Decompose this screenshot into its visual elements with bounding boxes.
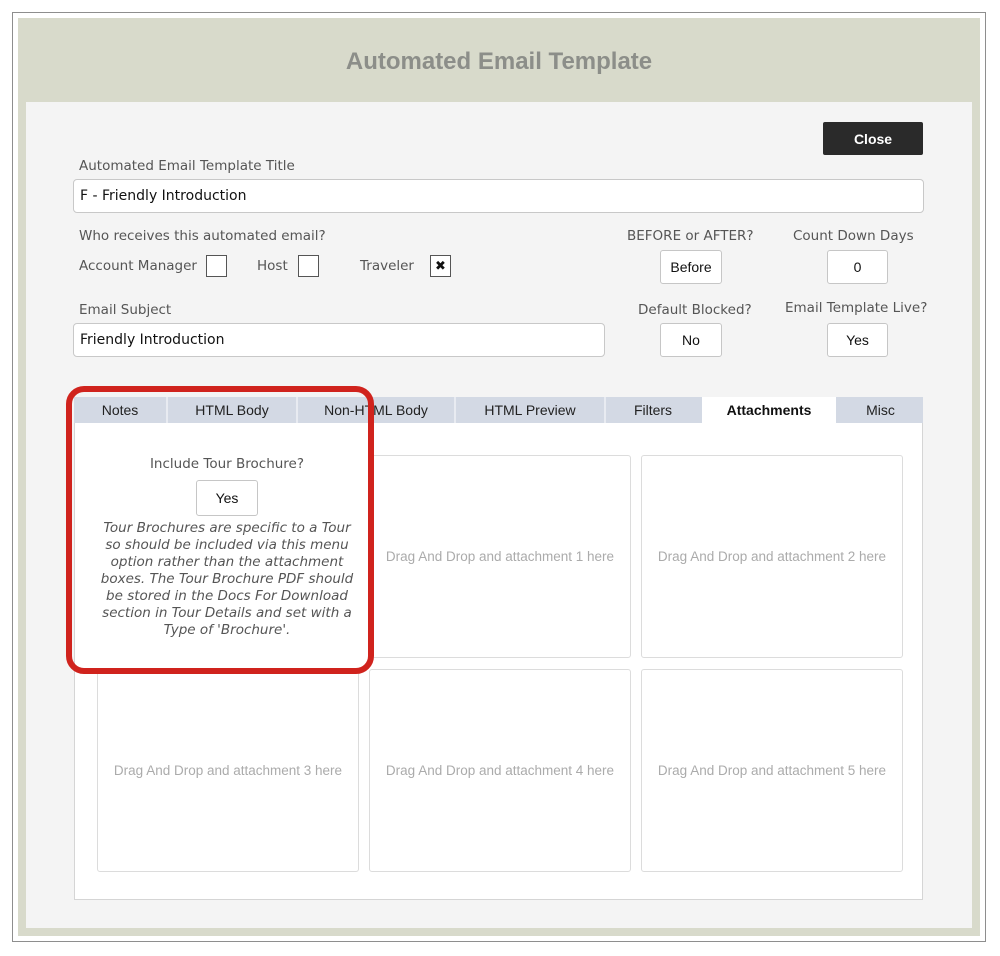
tab-filters[interactable]: Filters (606, 397, 700, 423)
include-brochure-label: Include Tour Brochure? (149, 456, 305, 472)
tab-bar: Notes HTML Body Non-HTML Body HTML Previ… (74, 397, 923, 423)
traveler-checkbox[interactable]: ✖ (430, 255, 451, 277)
template-live-label: Email Template Live? (785, 300, 928, 316)
before-after-label: BEFORE or AFTER? (627, 228, 754, 244)
attachment-drop-zone-4[interactable]: Drag And Drop and attachment 4 here (369, 669, 631, 872)
window-title: Automated Email Template (345, 48, 653, 75)
template-title-label: Automated Email Template Title (79, 158, 295, 174)
account-manager-checkbox[interactable] (206, 255, 227, 277)
attachment-drop-zone-5[interactable]: Drag And Drop and attachment 5 here (641, 669, 903, 872)
template-title-input[interactable]: F - Friendly Introduction (73, 179, 924, 213)
tab-html-preview[interactable]: HTML Preview (456, 397, 604, 423)
count-down-label: Count Down Days (793, 228, 914, 244)
tab-misc[interactable]: Misc (838, 397, 923, 423)
recipients-label: Who receives this automated email? (79, 228, 326, 244)
tab-notes[interactable]: Notes (74, 397, 166, 423)
close-button[interactable]: Close (823, 122, 923, 155)
tab-non-html-body[interactable]: Non-HTML Body (298, 397, 454, 423)
email-subject-input[interactable]: Friendly Introduction (73, 323, 605, 357)
count-down-input[interactable]: 0 (827, 250, 888, 284)
attachment-drop-zone-2[interactable]: Drag And Drop and attachment 2 here (641, 455, 903, 658)
attachment-drop-zone-1[interactable]: Drag And Drop and attachment 1 here (369, 455, 631, 658)
include-brochure-button[interactable]: Yes (196, 480, 258, 516)
tab-attachments[interactable]: Attachments (702, 397, 836, 423)
tab-html-body[interactable]: HTML Body (168, 397, 296, 423)
host-label: Host (257, 258, 288, 274)
account-manager-label: Account Manager (79, 258, 197, 274)
default-blocked-button[interactable]: No (660, 323, 722, 357)
template-live-button[interactable]: Yes (827, 323, 888, 357)
host-checkbox[interactable] (298, 255, 319, 277)
default-blocked-label: Default Blocked? (638, 302, 752, 318)
before-after-button[interactable]: Before (660, 250, 722, 284)
email-subject-label: Email Subject (79, 302, 172, 318)
attachment-drop-zone-3[interactable]: Drag And Drop and attachment 3 here (97, 669, 359, 872)
traveler-label: Traveler (360, 258, 414, 274)
check-mark-icon: ✖ (435, 258, 446, 274)
brochure-help-text: Tour Brochures are specific to a Tour so… (100, 520, 354, 638)
